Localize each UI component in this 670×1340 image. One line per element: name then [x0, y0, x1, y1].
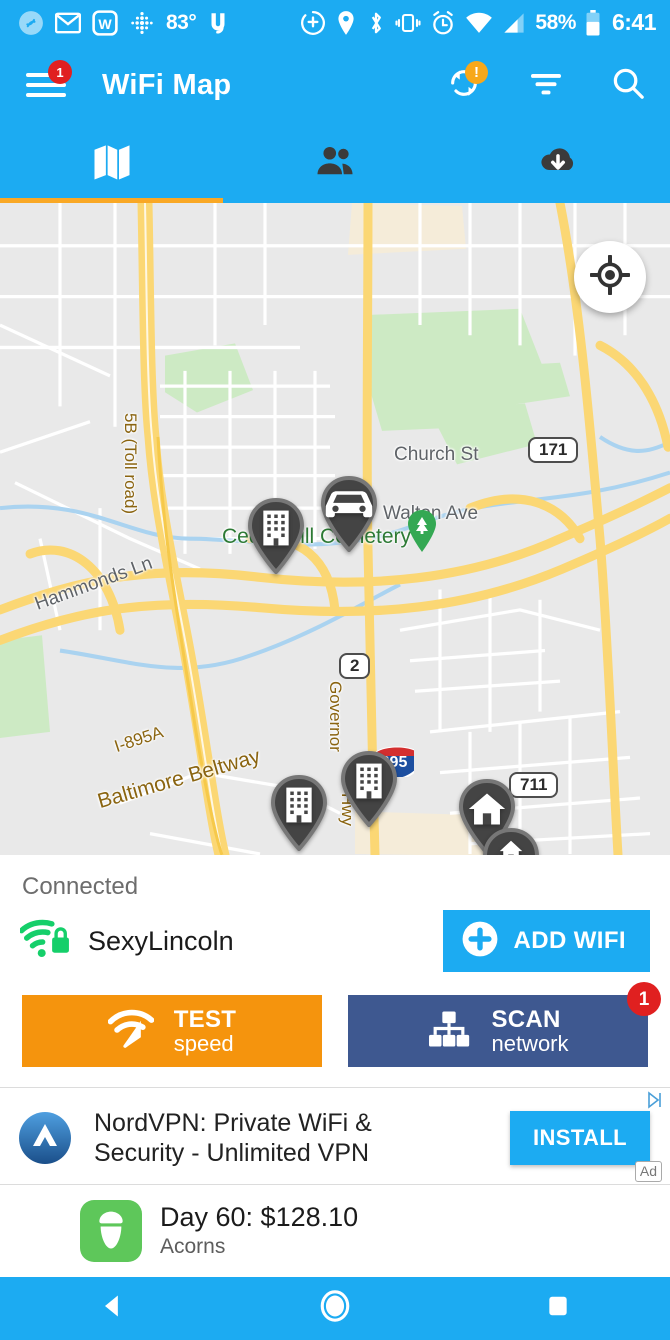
- network-nodes-icon: [427, 1009, 471, 1054]
- plus-circle-icon: [461, 920, 499, 963]
- ad-banner[interactable]: NordVPN: Private WiFi & Security - Unlim…: [0, 1088, 670, 1184]
- status-bar-right-icons: 58% 6:41: [300, 9, 657, 36]
- acorns-subtitle: Acorns: [160, 1235, 226, 1259]
- install-button[interactable]: INSTALL: [510, 1111, 650, 1165]
- temperature-indicator: 83°: [166, 10, 197, 34]
- wifi-pin-building[interactable]: [338, 751, 400, 827]
- wifi-pin-car[interactable]: [318, 476, 380, 552]
- connection-status-label: Connected: [22, 873, 139, 900]
- install-label: INSTALL: [532, 1125, 628, 1150]
- scan-network-line1: SCAN: [491, 1005, 561, 1033]
- bottom-sheet: Connected SexyLincoln ADD WIFI TEST spee…: [0, 855, 670, 1277]
- neighborhood-icon: [480, 839, 542, 855]
- my-location-icon: [589, 253, 631, 300]
- page-title: WiFi Map: [102, 68, 232, 101]
- building-icon: [245, 509, 307, 547]
- tab-downloads[interactable]: [447, 125, 670, 203]
- home-icon: [318, 1289, 352, 1328]
- cell-signal-icon: [502, 11, 526, 35]
- adchoices-icon[interactable]: [646, 1091, 664, 1109]
- sync-badge: !: [465, 61, 488, 84]
- building-icon: [268, 786, 330, 824]
- connected-network-name: SexyLincoln: [88, 925, 234, 956]
- map-view[interactable]: 5B (Toll road) Hammonds Ln Church St Wal…: [0, 203, 670, 855]
- search-button[interactable]: [608, 65, 648, 105]
- acorns-text: Day 60: $128.10 Acorns: [160, 1202, 358, 1259]
- acorns-title: Day 60: $128.10: [160, 1202, 359, 1233]
- tab-people[interactable]: [223, 125, 446, 203]
- tab-map[interactable]: [0, 125, 223, 203]
- add-wifi-label: ADD WIFI: [513, 927, 626, 954]
- add-wifi-button[interactable]: ADD WIFI: [443, 910, 650, 972]
- battery-percent-label: 58%: [535, 10, 576, 34]
- hamburger-menu-button[interactable]: 1: [26, 60, 72, 103]
- test-speed-line1: TEST: [173, 1005, 237, 1033]
- fitbit-icon: [129, 10, 155, 36]
- test-speed-line2: speed: [173, 1031, 234, 1057]
- search-icon: [611, 66, 645, 105]
- test-speed-button[interactable]: TEST speed: [22, 995, 322, 1067]
- scan-network-line2: network: [491, 1031, 569, 1057]
- map-icon: [91, 141, 133, 188]
- building-icon: [338, 762, 400, 800]
- gmail-icon: [55, 12, 81, 34]
- shazam-icon: [18, 10, 44, 36]
- car-icon: [318, 487, 380, 525]
- app-bar: 1 WiFi Map !: [0, 45, 670, 125]
- test-speed-labels: TEST speed: [174, 1007, 237, 1055]
- app-bar-actions: !: [444, 61, 648, 105]
- house-icon: [456, 790, 518, 828]
- route-shield: 171: [528, 437, 579, 464]
- acorn-icon: [80, 1200, 142, 1262]
- my-location-button[interactable]: [574, 241, 646, 313]
- clock-label: 6:41: [611, 9, 657, 35]
- scan-network-button[interactable]: SCAN network 1: [348, 982, 661, 1067]
- w-app-icon: W: [92, 9, 118, 36]
- recents-button[interactable]: [523, 1277, 593, 1340]
- wifi-pin-building[interactable]: [268, 775, 330, 851]
- ad-title: NordVPN: Private WiFi & Security - Unlim…: [94, 1108, 372, 1168]
- app-screen: W 83° 58% 6:41 1 WiFi Map ! 5B (Toll roa…: [0, 0, 670, 1340]
- tab-bar: [0, 125, 670, 203]
- route-shield: 2: [339, 653, 371, 680]
- scan-network-badge: 1: [627, 982, 661, 1016]
- speedometer-wifi-icon: [107, 1009, 155, 1054]
- cloud-download-icon: [537, 141, 579, 188]
- menu-badge: 1: [48, 60, 72, 84]
- back-button[interactable]: [77, 1277, 147, 1340]
- wifi-secure-icon: [18, 919, 72, 964]
- connected-network-row[interactable]: SexyLincoln ADD WIFI: [0, 901, 670, 973]
- sync-button[interactable]: !: [444, 61, 488, 105]
- alarm-icon: [430, 10, 456, 36]
- action-button-row: TEST speed SCAN network 1: [0, 973, 670, 1087]
- ad-tag: Ad: [634, 1161, 662, 1182]
- park-tree-icon[interactable]: [405, 509, 439, 553]
- nordvpn-logo-icon: [18, 1111, 72, 1165]
- status-bar: W 83° 58% 6:41: [0, 0, 670, 45]
- wifi-icon: [465, 11, 493, 35]
- filter-button[interactable]: [526, 65, 566, 105]
- system-nav-bar: [0, 1277, 670, 1340]
- wifi-pin-neighborhood[interactable]: [480, 828, 542, 855]
- scan-network-labels: SCAN network: [491, 1007, 568, 1055]
- status-bar-left-icons: W 83°: [18, 9, 229, 36]
- vibrate-icon: [395, 10, 421, 36]
- bluetooth-icon: [366, 10, 386, 36]
- acorns-widget[interactable]: Day 60: $128.10 Acorns: [0, 1185, 670, 1277]
- filter-icon: [528, 68, 564, 103]
- recents-icon: [545, 1293, 571, 1324]
- battery-icon: [585, 9, 601, 36]
- dunkin-icon: [207, 10, 229, 36]
- people-icon: [314, 141, 356, 188]
- svg-text:W: W: [98, 15, 112, 31]
- home-button[interactable]: [300, 1277, 370, 1340]
- location-pin-icon: [335, 10, 357, 36]
- wifi-pin-building[interactable]: [245, 498, 307, 574]
- cast-add-icon: [300, 10, 326, 36]
- back-icon: [98, 1292, 126, 1325]
